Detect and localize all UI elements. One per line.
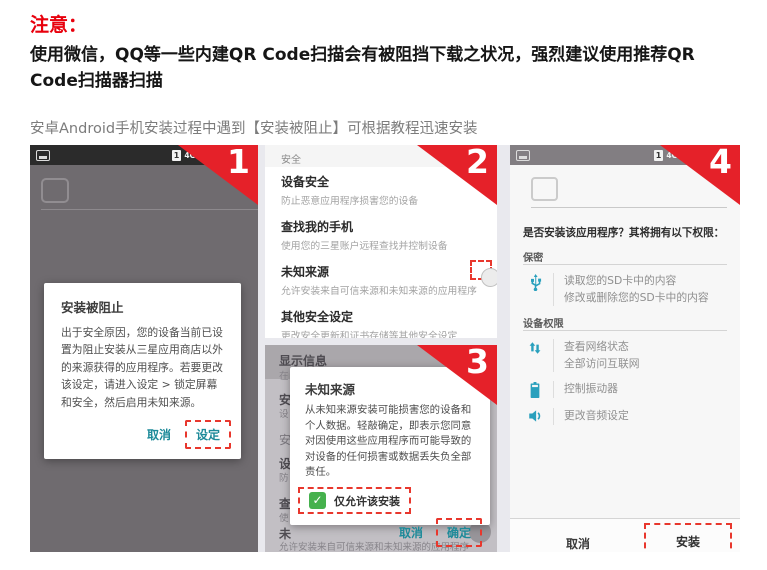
app-icon-placeholder [531, 177, 558, 201]
list-item-other-security[interactable]: 其他安全设定 更改安全更新和证书存储等其他安全设定 [265, 302, 497, 338]
settings-button[interactable]: 设定 [185, 420, 231, 449]
screenshot-step-2: 安全 设备安全 防止恶意应用程序损害您的设备 查找我的手机 使用您的三星账户远程… [265, 145, 497, 338]
section-device-access: 设备权限 [523, 315, 564, 330]
step-number: 1 [227, 145, 250, 181]
battery-icon [526, 381, 544, 398]
intro-text: 安卓Android手机安装过程中遇到【安装被阻止】可根据教程迅速安装 [30, 117, 478, 138]
permission-vibration: 控制振动器 [526, 381, 618, 398]
cancel-button[interactable]: 取消 [138, 422, 180, 447]
checkbox-label: 仅允许该安装 [334, 493, 400, 509]
bottom-button-bar: 取消 安装 [510, 518, 740, 552]
sim-card-icon [36, 150, 50, 161]
install-blocked-dialog: 安装被阻止 出于安全原因，您的设备当前已设置为阻止安装从三星应用商店以外的来源获… [44, 283, 241, 459]
usb-storage-icon [526, 273, 544, 291]
notice-body: 使用微信，QQ等一些内建QR Code扫描会有被阻挡下载之状况，强烈建议使用推荐… [30, 42, 746, 95]
list-item-find-my-mobile[interactable]: 查找我的手机 使用您的三星账户远程查找并控制设备 [265, 212, 497, 257]
install-permissions-screen: 是否安装该应用程序？其将拥有以下权限： 保密 读取您的SD卡中的内容 修改或删除… [510, 165, 740, 552]
permission-network: 查看网络状态 全部访问互联网 [526, 339, 640, 372]
notice-heading: 注意： [30, 10, 87, 37]
divider [523, 264, 727, 265]
install-question-title: 是否安装该应用程序？其将拥有以下权限： [523, 225, 733, 240]
bg-text: 使 [279, 510, 289, 524]
sim-card-icon [516, 150, 530, 161]
screenshots-strip: 1 4G 7: 安装被阻止 出于安全原因，您的设备当前已设置为阻止安装从三星应用… [30, 145, 740, 552]
screenshot-step-4: 1 4G 7: 是否安装该应用程序？其将拥有以下权限： 保密 读取您的SD卡中的… [510, 145, 740, 552]
network-arrows-icon [526, 339, 544, 356]
allow-once-checkbox-row[interactable]: ✓ 仅允许该安装 [298, 487, 411, 514]
install-button[interactable]: 安装 [644, 523, 732, 552]
permission-storage: 读取您的SD卡中的内容 修改或删除您的SD卡中的内容 [526, 273, 709, 306]
divider [531, 207, 727, 208]
step-number: 3 [466, 345, 489, 381]
highlight-dashed-box [470, 260, 492, 280]
divider [41, 209, 258, 210]
ok-button[interactable]: 确定 [436, 518, 482, 547]
screenshot-step-3: 显示信息 在 安 设 安 设 防 查 使 未 允许安装来自可信来源和未知来源的应… [265, 345, 497, 552]
cancel-button[interactable]: 取消 [548, 532, 608, 552]
dimmed-background: 安装被阻止 出于安全原因，您的设备当前已设置为阻止安装从三星应用商店以外的来源获… [30, 165, 258, 552]
section-privacy: 保密 [523, 249, 543, 264]
bg-text: 在 [279, 368, 289, 382]
divider [523, 330, 727, 331]
dialog-title: 安装被阻止 [44, 283, 241, 321]
cancel-button[interactable]: 取消 [390, 520, 432, 545]
bg-text: 设 [279, 406, 289, 420]
bg-text: 防 [279, 470, 289, 484]
app-icon-placeholder [41, 178, 69, 203]
dialog-body: 从未知来源安装可能损害您的设备和个人数据。轻敲确定，即表示您同意对因使用这些应用… [290, 401, 490, 481]
screenshot-step-1: 1 4G 7: 安装被阻止 出于安全原因，您的设备当前已设置为阻止安装从三星应用… [30, 145, 258, 552]
dialog-body: 出于安全原因，您的设备当前已设置为阻止安装从三星应用商店以外的来源获得的应用程序… [44, 321, 241, 411]
step-number: 4 [709, 145, 732, 181]
speaker-icon [526, 408, 544, 423]
permission-audio: 更改音频设定 [526, 408, 629, 425]
list-item-unknown-sources[interactable]: 未知来源 允许安装来自可信来源和未知来源的应用程序 [265, 257, 497, 302]
checkmark-icon: ✓ [309, 492, 326, 509]
step-number: 2 [466, 145, 489, 181]
